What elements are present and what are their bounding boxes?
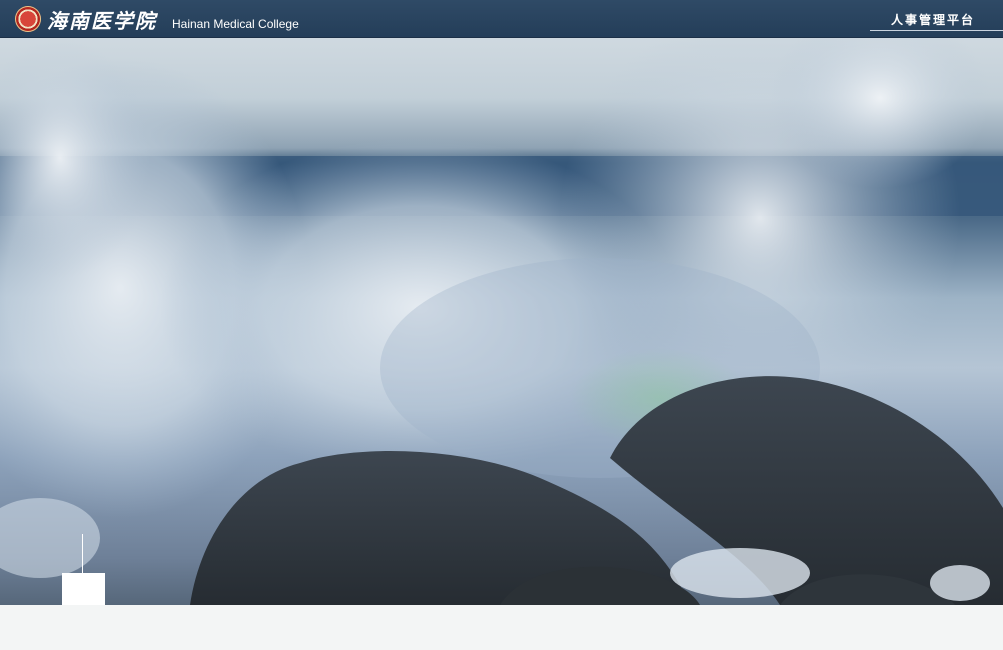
top-header-bar: 海南医学院 Hainan Medical College 人事管理平台 xyxy=(0,0,1003,38)
footer-band xyxy=(0,605,1003,650)
school-emblem-icon xyxy=(15,6,41,32)
slider-indicator-line xyxy=(82,534,83,574)
platform-title-text: 人事管理平台 xyxy=(891,13,976,27)
slider-indicator-tab[interactable] xyxy=(62,573,105,605)
school-name-english: Hainan Medical College xyxy=(172,17,299,31)
hero-banner-image xyxy=(0,38,1003,605)
ocean-wave-illustration xyxy=(0,38,1003,605)
school-name-chinese: 海南医学院 xyxy=(47,9,157,33)
platform-title: 人事管理平台 xyxy=(870,11,1003,31)
